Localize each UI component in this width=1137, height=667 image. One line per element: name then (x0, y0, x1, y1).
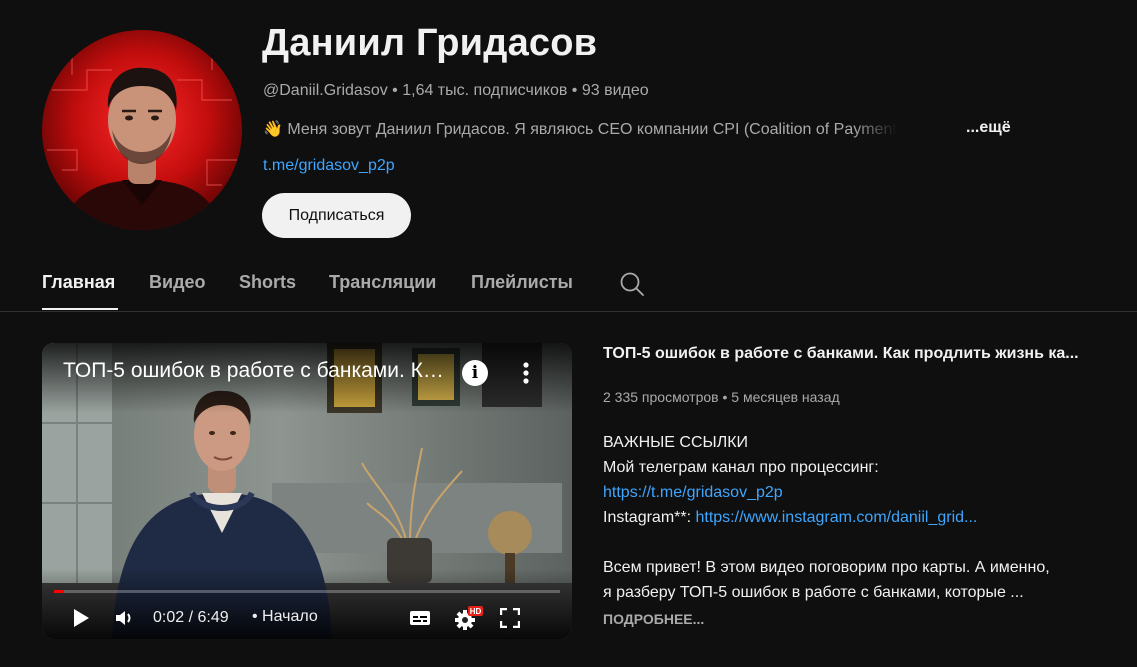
read-more-link[interactable]: ПОДРОБНЕЕ... (603, 611, 704, 627)
video-progress-bar[interactable] (54, 590, 560, 593)
featured-video-stats: 2 335 просмотров • 5 месяцев назад (603, 389, 840, 405)
play-icon (74, 609, 89, 627)
hd-badge: HD (470, 607, 482, 616)
channel-avatar[interactable] (42, 30, 242, 230)
desc-instagram-label: Instagram**: (603, 509, 696, 526)
player-chapter[interactable]: • Начало (252, 608, 318, 626)
desc-line-1: ВАЖНЫЕ ССЫЛКИ (603, 434, 749, 451)
desc-line-5: Всем привет! В этом видео поговорим про … (603, 559, 1050, 576)
channel-description-text: 👋 Меня зовут Даниил Гридасов. Я являюсь … (263, 121, 897, 138)
desc-line-2: Мой телеграм канал про процессинг: (603, 459, 879, 476)
search-icon (620, 272, 644, 296)
tab-live[interactable]: Трансляции (329, 272, 436, 293)
featured-video-player[interactable]: ТОП-5 ошибок в работе с банками. Как про… (42, 343, 572, 639)
fullscreen-icon (499, 607, 521, 629)
tabs-divider (0, 311, 1137, 312)
tab-shorts[interactable]: Shorts (239, 272, 296, 293)
channel-tabs: Главная Видео Shorts Трансляции Плейлист… (0, 260, 1137, 312)
channel-meta: @Daniil.Gridasov • 1,64 тыс. подписчиков… (263, 82, 649, 99)
subscribe-button[interactable]: Подписаться (262, 193, 411, 238)
channel-name: Даниил Гридасов (262, 22, 598, 64)
desc-line-4: Instagram**: https://www.instagram.com/d… (603, 509, 977, 527)
featured-video-title[interactable]: ТОП-5 ошибок в работе с банками. Как про… (603, 345, 1107, 363)
desc-instagram-link[interactable]: https://www.instagram.com/daniil_grid... (695, 509, 977, 526)
tab-home[interactable]: Главная (42, 272, 115, 293)
desc-line-3: https://t.me/gridasov_p2p (603, 484, 783, 502)
volume-button[interactable] (114, 608, 136, 628)
subtitles-icon (410, 611, 430, 625)
desc-telegram-link[interactable]: https://t.me/gridasov_p2p (603, 484, 783, 501)
player-time: 0:02 / 6:49 (153, 609, 229, 626)
settings-icon: HD (455, 606, 483, 630)
desc-line-6: я разберу ТОП-5 ошибок в работе с банкам… (603, 584, 1024, 601)
more-vert-icon[interactable] (519, 359, 533, 387)
channel-description[interactable]: 👋 Меня зовут Даниил Гридасов. Я являюсь … (263, 119, 963, 139)
settings-button[interactable]: HD (454, 605, 484, 631)
active-tab-indicator (42, 308, 118, 310)
volume-icon (116, 611, 131, 625)
tab-playlists[interactable]: Плейлисты (471, 272, 573, 293)
player-bottom-gradient (42, 569, 572, 639)
info-icon[interactable]: i (462, 360, 488, 386)
player-video-title[interactable]: ТОП-5 ошибок в работе с банками. Как про… (63, 359, 453, 383)
play-button[interactable] (72, 608, 90, 628)
description-more-link[interactable]: ...ещё (966, 119, 1011, 137)
video-progress-fill (54, 590, 65, 593)
channel-external-link[interactable]: t.me/gridasov_p2p (263, 157, 395, 175)
subtitles-button[interactable] (409, 608, 431, 628)
tab-videos[interactable]: Видео (149, 272, 206, 293)
fullscreen-button[interactable] (499, 607, 521, 629)
avatar-portrait (47, 50, 237, 230)
channel-search-button[interactable] (619, 271, 645, 297)
